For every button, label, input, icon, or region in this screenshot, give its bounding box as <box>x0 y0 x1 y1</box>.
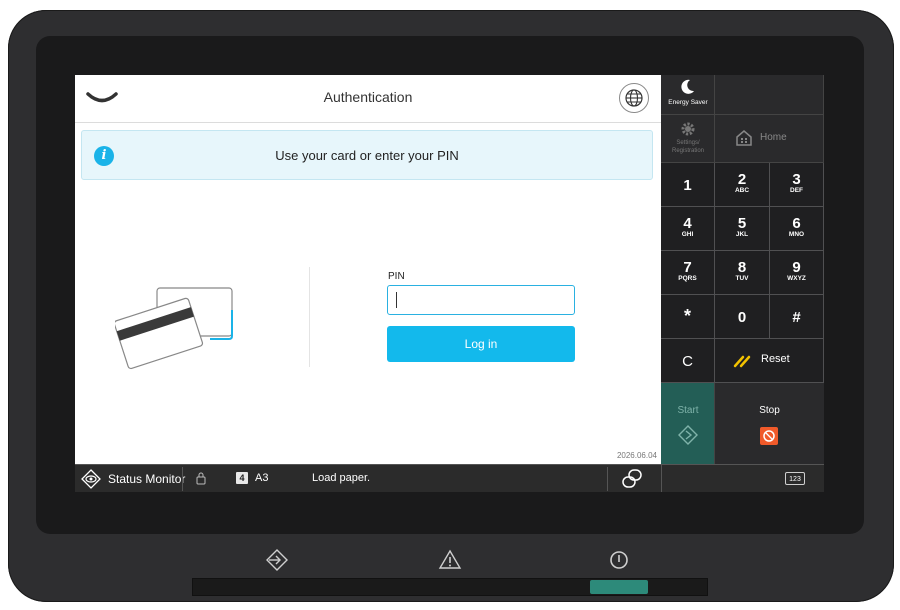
key-7[interactable]: 7 PQRS <box>661 251 715 295</box>
key-digit: 0 <box>737 309 747 326</box>
moon-icon <box>681 79 694 94</box>
key-5[interactable]: 5 JKL <box>715 207 770 251</box>
separator <box>607 467 608 491</box>
stop-button[interactable]: Stop <box>715 383 824 464</box>
reset-label: Reset <box>761 353 790 365</box>
gear-icon <box>681 122 695 136</box>
text-cursor <box>396 292 397 308</box>
start-diamond-icon <box>678 425 698 445</box>
key-letters: GHI <box>681 231 694 238</box>
separator <box>661 465 662 492</box>
key-letters: MNO <box>788 231 805 238</box>
key-4[interactable]: 4 GHI <box>661 207 715 251</box>
status-monitor-button[interactable]: Status Monitor <box>108 472 185 486</box>
info-message: Use your card or enter your PIN <box>275 148 459 163</box>
key-digit: * <box>683 306 691 326</box>
title-bar: Authentication <box>75 75 661 123</box>
warning-icon <box>438 549 462 569</box>
start-button[interactable]: Start <box>661 383 715 464</box>
info-banner: i Use your card or enter your PIN <box>81 130 653 180</box>
login-button[interactable]: Log in <box>387 326 575 362</box>
page-title: Authentication <box>323 89 413 105</box>
empty-slot <box>715 75 824 115</box>
energy-saver-label: Energy Saver <box>668 99 708 106</box>
card-illustration-icon <box>115 287 233 370</box>
side-keypad-panel: Energy Saver Settings/ Registration Home… <box>661 75 824 464</box>
paper-size: A3 <box>255 472 269 484</box>
key-9[interactable]: 9 WXYZ <box>770 251 824 295</box>
key-digit: 4 <box>683 215 692 232</box>
globe-icon <box>625 89 643 107</box>
key-digit: 2 <box>737 171 747 188</box>
key-letters: ABC <box>734 187 750 194</box>
key-digit: 3 <box>792 171 801 188</box>
status-bar: Status Monitor 4 A3 Load paper. 123 <box>75 464 824 492</box>
status-monitor-icon[interactable] <box>81 469 101 489</box>
key-digit: 8 <box>737 259 747 276</box>
slot-indicator-light <box>590 580 648 594</box>
key-6[interactable]: 6 MNO <box>770 207 824 251</box>
key-digit: 5 <box>737 215 747 232</box>
reset-slash-icon <box>733 355 751 368</box>
home-icon <box>736 130 752 146</box>
key-digit: 1 <box>683 177 692 194</box>
key-8[interactable]: 8 TUV <box>715 251 770 295</box>
power-icon[interactable] <box>607 548 631 572</box>
stop-icon <box>760 427 778 445</box>
settings-label: Settings/ Registration <box>671 140 704 154</box>
main-panel: Authentication i Use your card or enter … <box>75 75 661 464</box>
touch-screen: Authentication i Use your card or enter … <box>75 75 824 492</box>
paper-tray-badge: 4 <box>236 472 248 484</box>
key-letters: JKL <box>735 231 749 238</box>
key-digit: # <box>792 309 801 326</box>
stop-label: Stop <box>759 405 780 416</box>
separator <box>182 467 183 491</box>
divider <box>309 267 310 367</box>
lock-icon <box>196 472 206 485</box>
key-digit: 7 <box>683 259 692 276</box>
key-3[interactable]: 3 DEF <box>770 163 824 207</box>
pin-input[interactable] <box>387 285 575 315</box>
key-letters: TUV <box>735 275 749 282</box>
key-letters: DEF <box>790 187 803 194</box>
key-hash[interactable]: # <box>770 295 824 339</box>
key-digit: 9 <box>792 259 801 276</box>
key-letters: WXYZ <box>787 275 806 282</box>
energy-saver-button[interactable]: Energy Saver <box>661 75 715 115</box>
key-0[interactable]: 0 <box>715 295 770 339</box>
key-1[interactable]: 1 <box>661 163 715 207</box>
clear-button[interactable]: C <box>661 339 715 383</box>
key-2[interactable]: 2 ABC <box>715 163 770 207</box>
reset-button[interactable]: Reset <box>715 339 824 383</box>
key-letters: PQRS <box>678 275 697 282</box>
date-display: 2026.06.04 <box>616 451 657 460</box>
start-label: Start <box>677 405 699 416</box>
home-label: Home <box>760 132 787 143</box>
key-digit: C <box>682 353 693 370</box>
numeric-keyboard-button[interactable]: 123 <box>785 472 805 485</box>
home-button[interactable]: Home <box>715 115 824 163</box>
pin-label: PIN <box>388 271 405 282</box>
language-button[interactable] <box>619 83 649 113</box>
key-digit: 6 <box>792 215 801 232</box>
link-icon[interactable] <box>621 468 643 490</box>
status-message: Load paper. <box>312 472 371 484</box>
key-asterisk[interactable]: * <box>661 295 715 339</box>
settings-registration-button[interactable]: Settings/ Registration <box>661 115 715 163</box>
login-arrow-icon[interactable] <box>265 548 289 572</box>
